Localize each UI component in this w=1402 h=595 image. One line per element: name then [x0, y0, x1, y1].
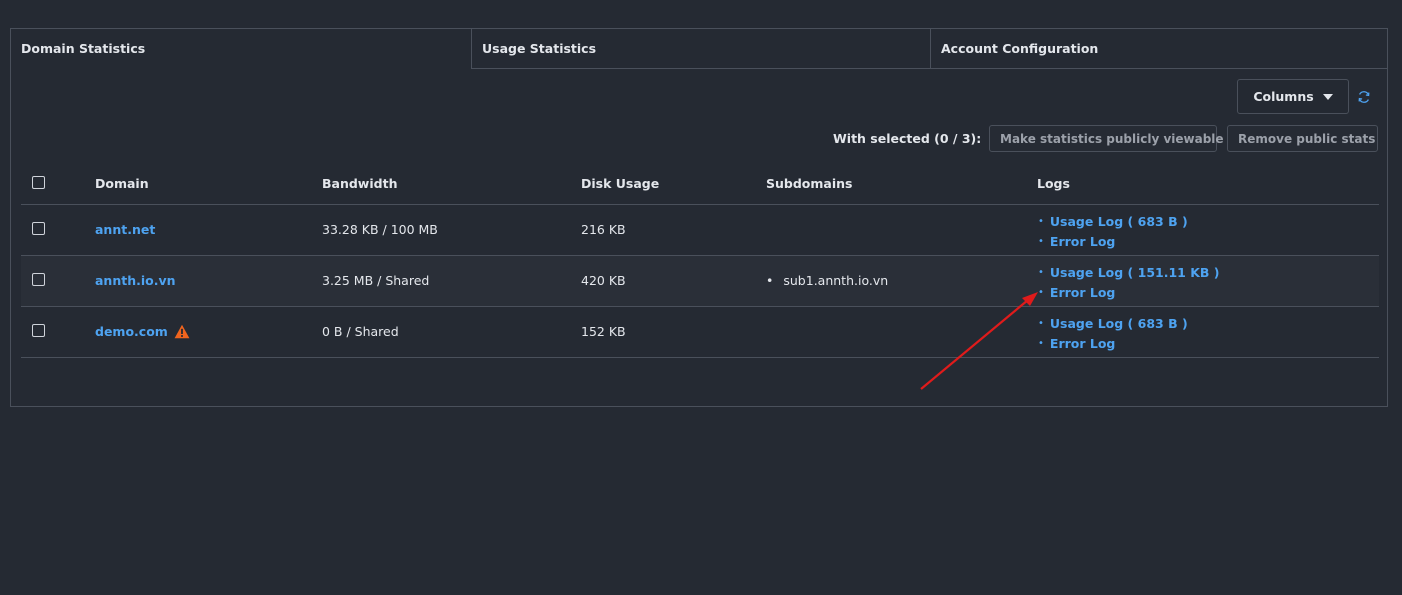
header-logs: Logs [1037, 176, 1070, 191]
disk-usage-value: 216 KB [581, 222, 626, 237]
select-all-checkbox[interactable] [32, 176, 45, 189]
logs-list: • Usage Log ( 683 B ) • Error Log [1038, 213, 1188, 249]
logs-list: • Usage Log ( 683 B ) • Error Log [1038, 315, 1188, 351]
error-log-link[interactable]: Error Log [1050, 336, 1115, 351]
row-checkbox[interactable] [32, 222, 45, 235]
domain-link[interactable]: annth.io.vn [95, 273, 176, 288]
disk-usage-value: 420 KB [581, 273, 626, 288]
header-subdomains: Subdomains [766, 176, 853, 191]
usage-log-link[interactable]: Usage Log ( 683 B ) [1050, 316, 1188, 331]
header-domain[interactable]: Domain [95, 176, 149, 191]
table-row: demo.com 0 B / Shared 152 KB • Usage Log … [21, 307, 1379, 358]
header-bandwidth[interactable]: Bandwidth [322, 176, 397, 191]
table-header-row: Domain Bandwidth Disk Usage Subdomains L… [21, 163, 1379, 205]
domain-link[interactable]: annt.net [95, 222, 155, 237]
domain-cell: demo.com [95, 324, 190, 339]
tab-account-configuration[interactable]: Account Configuration [930, 29, 1387, 69]
disk-usage-value: 152 KB [581, 324, 626, 339]
columns-label: Columns [1253, 89, 1314, 104]
selection-count-label: With selected (0 / 3): [833, 131, 982, 146]
bandwidth-value: 33.28 KB / 100 MB [322, 222, 438, 237]
tab-bar: Domain Statistics Usage Statistics Accou… [11, 29, 1387, 69]
warning-icon[interactable] [174, 324, 190, 339]
table-row: annt.net 33.28 KB / 100 MB 216 KB • Usage… [21, 205, 1379, 256]
error-log-link[interactable]: Error Log [1050, 285, 1115, 300]
table-toolbar: Columns With selected (0 / 3): Make stat… [11, 69, 1387, 159]
row-checkbox[interactable] [32, 273, 45, 286]
bandwidth-value: 0 B / Shared [322, 324, 399, 339]
usage-log-link[interactable]: Usage Log ( 683 B ) [1050, 214, 1188, 229]
columns-button[interactable]: Columns [1237, 79, 1349, 114]
subdomain-item: sub1.annth.io.vn [766, 273, 888, 288]
tab-usage-statistics[interactable]: Usage Statistics [471, 29, 930, 69]
tab-domain-statistics[interactable]: Domain Statistics [11, 29, 471, 69]
refresh-icon[interactable] [1357, 90, 1371, 104]
bandwidth-value: 3.25 MB / Shared [322, 273, 430, 288]
remove-public-stats-button[interactable]: Remove public stats [1227, 125, 1378, 152]
usage-log-link[interactable]: Usage Log ( 151.11 KB ) [1050, 265, 1220, 280]
table-row: annth.io.vn 3.25 MB / Shared 420 KB sub1… [21, 256, 1379, 307]
make-stats-public-button[interactable]: Make statistics publicly viewable [989, 125, 1224, 152]
domain-link[interactable]: demo.com [95, 324, 168, 339]
header-disk-usage[interactable]: Disk Usage [581, 176, 659, 191]
logs-list: • Usage Log ( 151.11 KB ) • Error Log [1038, 264, 1220, 300]
row-checkbox[interactable] [32, 324, 45, 337]
domain-statistics-panel: Domain Statistics Usage Statistics Accou… [10, 28, 1388, 407]
caret-down-icon [1322, 93, 1333, 100]
domains-table: Domain Bandwidth Disk Usage Subdomains L… [21, 163, 1379, 358]
error-log-link[interactable]: Error Log [1050, 234, 1115, 249]
